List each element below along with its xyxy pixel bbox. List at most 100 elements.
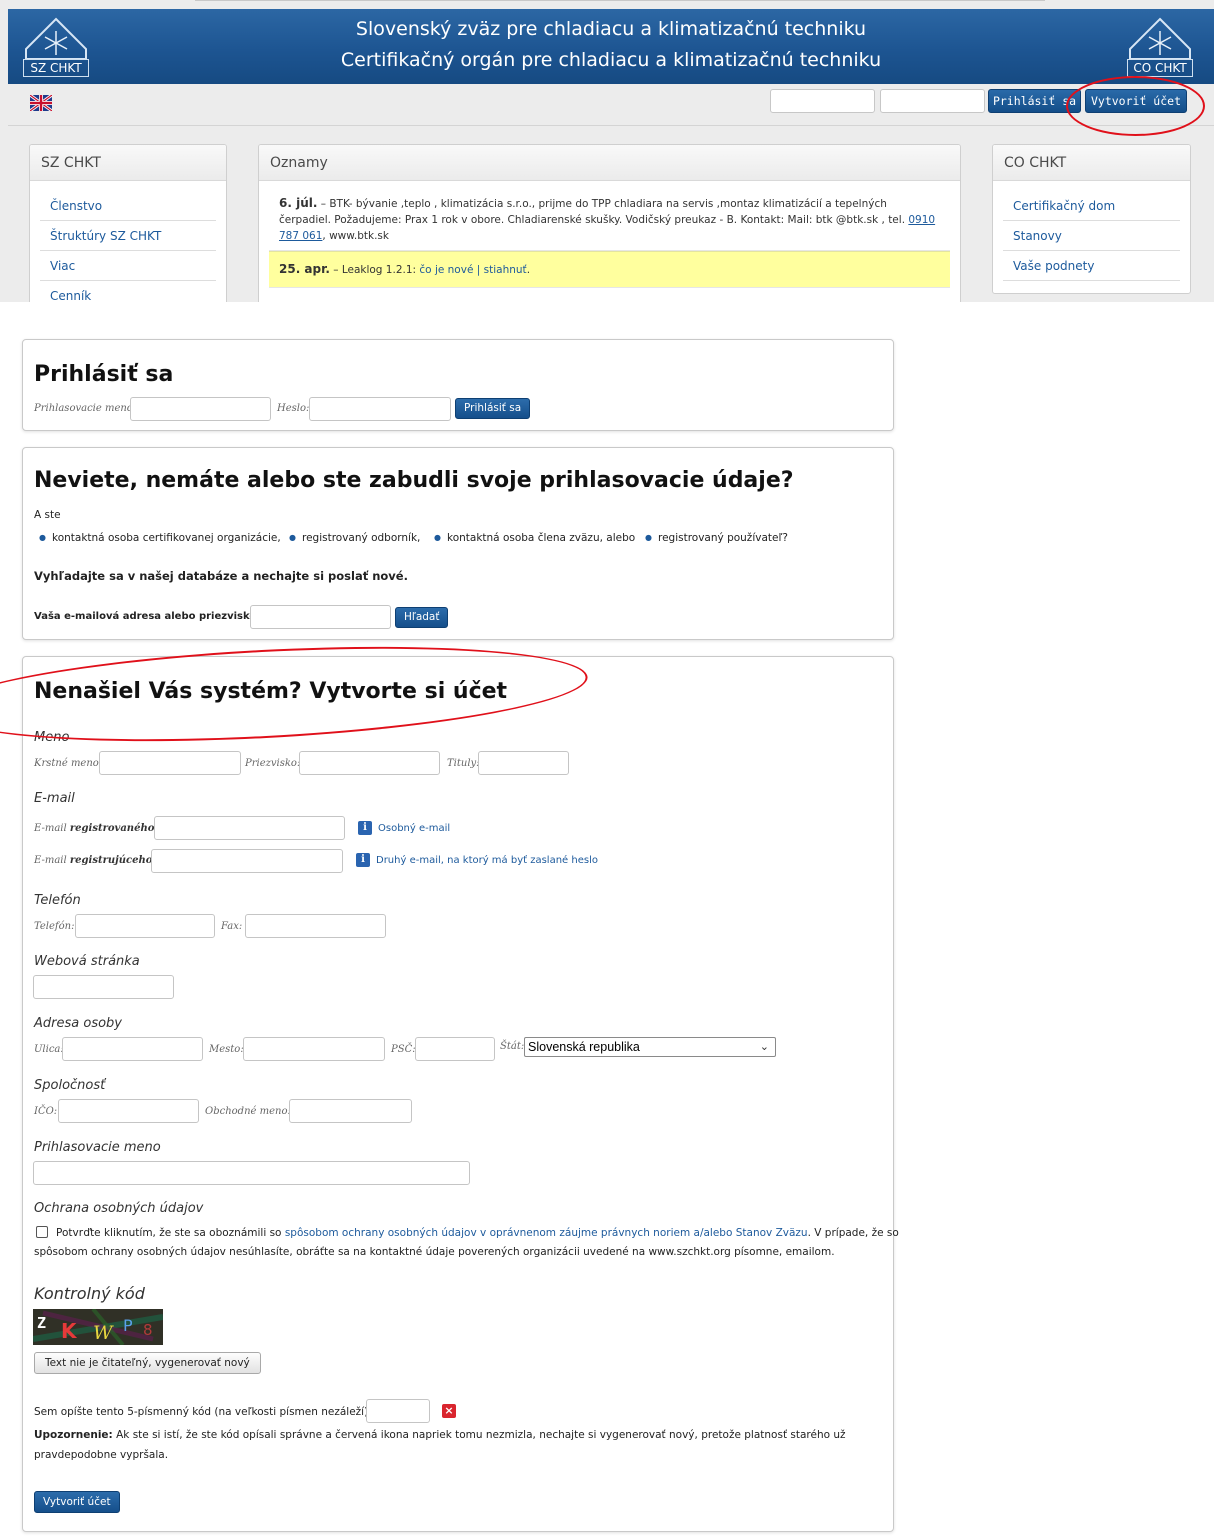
regenerate-captcha-button[interactable]: Text nie je čitateľný, vygenerovať nový — [34, 1352, 261, 1374]
news-text-end: . — [526, 264, 531, 276]
titles-input[interactable] — [478, 751, 569, 775]
header-login-button[interactable]: Prihlásiť sa — [988, 89, 1081, 113]
login-password-input[interactable] — [309, 397, 451, 421]
bullet-icon: ● — [434, 533, 441, 542]
ico-label: IČO: — [34, 1106, 58, 1117]
warning-text: Upozornenie: Ak ste si istí, že ste kód … — [34, 1429, 846, 1441]
privacy-checkbox[interactable] — [36, 1226, 48, 1238]
news-title: Oznamy — [259, 145, 960, 181]
info-icon: i — [356, 853, 370, 867]
sidebar-item-clenstvo[interactable]: Členstvo — [40, 191, 216, 221]
download-link[interactable]: stiahnuť — [484, 264, 527, 276]
phone-label: Telefón: — [34, 921, 75, 932]
bullet-icon: ● — [39, 533, 46, 542]
privacy-policy-link[interactable]: spôsobom ochrany osobných údajov v opráv… — [285, 1227, 808, 1239]
company-section-title: Spoločnosť — [34, 1078, 106, 1093]
sidebar-right-title: CO CHKT — [993, 145, 1190, 181]
username-input[interactable] — [33, 1161, 470, 1185]
trade-name-input[interactable] — [289, 1099, 412, 1123]
news-text-tail: , www.btk.sk — [322, 230, 389, 242]
sidebar-left-title: SZ CHKT — [30, 145, 226, 181]
username-label: Prihlasovacie meno: — [34, 403, 137, 414]
fax-input[interactable] — [245, 914, 386, 938]
header-password-input[interactable] — [880, 89, 985, 113]
website-input[interactable] — [33, 975, 174, 999]
city-input[interactable] — [243, 1037, 385, 1061]
email-registered-hint: Osobný e-mail — [378, 823, 451, 834]
captcha-image: Z K W P 8 — [33, 1309, 163, 1345]
recover-prompt: Vyhľadajte sa v našej databáze a nechajt… — [34, 569, 408, 583]
phone-input[interactable] — [75, 914, 215, 938]
sidebar-item-struktury[interactable]: Štruktúry SZ CHKT — [40, 221, 216, 251]
recover-field-label: Vaša e-mailová adresa alebo priezvisko: — [34, 611, 261, 622]
first-name-input[interactable] — [99, 751, 241, 775]
sidebar-item-viac[interactable]: Viac — [40, 251, 216, 281]
recover-option: ● kontaktná osoba člena zväzu, alebo — [434, 532, 636, 544]
svg-text:P: P — [123, 1316, 133, 1335]
uk-flag-icon[interactable] — [30, 95, 52, 111]
first-name-label: Krstné meno: — [34, 758, 103, 769]
country-label: Štát: — [500, 1041, 525, 1052]
svg-text:W: W — [93, 1322, 114, 1344]
svg-text:K: K — [61, 1319, 78, 1343]
email-registered-input[interactable] — [154, 816, 345, 840]
bullet-icon: ● — [645, 533, 652, 542]
news-item: 6. júl. – BTK- bývanie ,teplo , klimatiz… — [269, 189, 950, 251]
sidebar-item-certifikacny-dom[interactable]: Certifikačný dom — [1003, 191, 1180, 221]
phone-section-title: Telefón — [34, 893, 81, 908]
create-account-submit-button[interactable]: Vytvoriť účet — [34, 1491, 120, 1513]
recover-box: Neviete, nemáte alebo ste zabudli svoje … — [22, 447, 894, 640]
news-text: – Leaklog 1.2.1: — [333, 264, 417, 276]
news-item-highlighted: 25. apr. – Leaklog 1.2.1: čo je nové | s… — [269, 251, 950, 288]
country-selected-value: Slovenská republika — [528, 1040, 640, 1054]
email-registering-hint: Druhý e-mail, na ktorý má byť zaslané he… — [376, 855, 598, 866]
city-label: Mesto: — [209, 1044, 244, 1055]
whats-new-link[interactable]: čo je nové — [419, 264, 473, 276]
sidebar-item-vase-podnety[interactable]: Vaše podnety — [1003, 251, 1180, 281]
captcha-code-label: Sem opíšte tento 5-písmenný kód (na veľk… — [34, 1406, 372, 1418]
email-registering-input[interactable] — [151, 849, 343, 873]
sidebar-item-cennik[interactable]: Cenník — [40, 281, 216, 302]
header-create-account-button[interactable]: Vytvoriť účet — [1085, 89, 1187, 113]
header-divider — [8, 125, 1214, 126]
country-select[interactable]: Slovenská republika ⌄ — [524, 1037, 776, 1057]
recover-search-input[interactable] — [250, 605, 391, 629]
username-section-title: Prihlasovacie meno — [34, 1140, 161, 1155]
login-box: Prihlásiť sa Prihlasovacie meno: Heslo: … — [22, 339, 894, 431]
error-x-icon: × — [442, 1404, 456, 1418]
email-section-title: E-mail — [34, 791, 75, 806]
trade-name-label: Obchodné meno: — [205, 1106, 291, 1117]
logo-right-label: CO CHKT — [1127, 59, 1193, 77]
last-name-label: Priezvisko: — [245, 758, 301, 769]
recover-option: ● kontaktná osoba certifikovanej organizá… — [39, 532, 281, 544]
login-button[interactable]: Prihlásiť sa — [455, 398, 531, 419]
login-username-input[interactable] — [130, 397, 271, 421]
web-section-title: Webová stránka — [34, 954, 140, 969]
last-name-input[interactable] — [299, 751, 440, 775]
header-username-input[interactable] — [770, 89, 875, 113]
news-date: 25. apr. — [279, 262, 330, 276]
street-label: Ulica: — [34, 1044, 64, 1055]
street-input[interactable] — [62, 1037, 203, 1061]
register-heading: Nenašiel Vás systém? Vytvorte si účet — [34, 679, 508, 704]
captcha-code-input[interactable] — [366, 1399, 430, 1423]
recover-option: ● registrovaný používateľ? — [645, 532, 788, 544]
warning-text-line2: pravdepodobne vypršala. — [34, 1449, 169, 1461]
news-text: – BTK- bývanie ,teplo , klimatizácia s.r… — [279, 198, 906, 226]
ico-input[interactable] — [58, 1099, 199, 1123]
banner: SZ CHKT Slovenský zväz pre chladiacu a k… — [8, 9, 1214, 84]
svg-text:Z: Z — [37, 1314, 46, 1332]
sidebar-item-stanovy[interactable]: Stanovy — [1003, 221, 1180, 251]
fax-label: Fax: — [221, 921, 243, 932]
zip-input[interactable] — [415, 1037, 495, 1061]
search-button[interactable]: Hľadať — [395, 607, 449, 628]
link-separator: | — [476, 264, 481, 276]
captcha-section-title: Kontrolný kód — [34, 1284, 145, 1303]
bullet-icon: ● — [289, 533, 296, 542]
email-registered-label: E-mail registrovaného: — [34, 823, 159, 834]
password-label: Heslo: — [277, 403, 310, 414]
privacy-text: Potvrďte kliknutím, že ste sa oboznámili… — [56, 1227, 899, 1239]
info-icon: i — [358, 821, 372, 835]
titles-label: Tituly: — [447, 758, 480, 769]
co-chkt-logo[interactable]: CO CHKT — [1124, 15, 1196, 79]
